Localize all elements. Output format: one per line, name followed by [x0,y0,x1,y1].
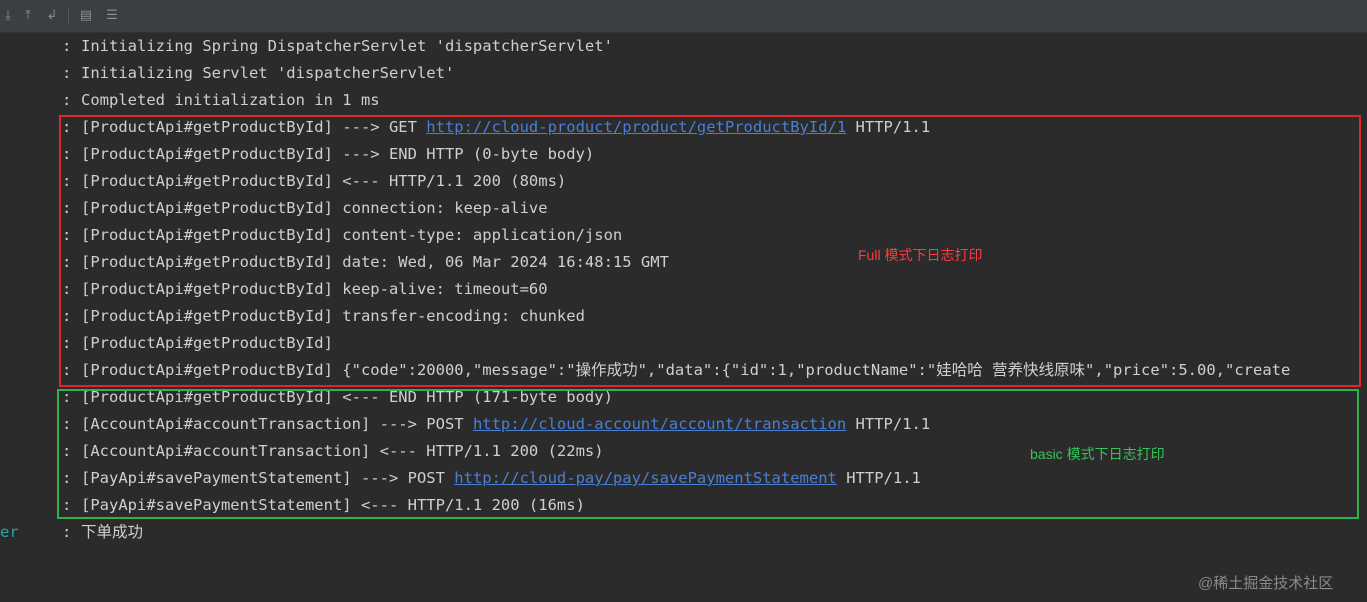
up-icon[interactable]: ⤒ [20,8,36,24]
log-separator: : [62,226,72,244]
log-message: Initializing Servlet 'dispatcherServlet' [81,64,455,82]
full-mode-annotation: Full 模式下日志打印 [858,247,983,263]
log-message: [ProductApi#getProductById] ---> END HTT… [81,145,595,163]
log-separator: : [62,361,72,379]
log-separator: : [62,280,72,298]
log-separator: : [62,334,72,352]
basic-mode-annotation: basic 模式下日志打印 [1030,446,1165,462]
log-message: [AccountApi#accountTransaction] ---> POS… [81,411,930,438]
soft-wrap-icon[interactable]: ↲ [44,8,60,24]
log-message-suffix: HTTP/1.1 [846,415,931,433]
log-message-prefix: [PayApi#savePaymentStatement] ---> POST [81,469,455,487]
log-separator: : [62,64,72,82]
log-message: [ProductApi#getProductById] transfer-enc… [81,307,585,325]
logger-name: er [0,523,19,541]
request-url-link[interactable]: http://cloud-product/product/getProductB… [426,118,846,136]
console-output[interactable]: : Initializing Spring DispatcherServlet '… [0,32,1367,602]
log-separator: : [62,442,72,460]
log-separator: : [62,145,72,163]
log-message-prefix: [AccountApi#accountTransaction] ---> POS… [81,415,473,433]
log-message: [ProductApi#getProductById] [81,334,333,352]
log-separator: : [62,415,72,433]
settings-icon[interactable]: ☰ [104,8,120,24]
log-separator: : [62,307,72,325]
watermark: @稀土掘金技术社区 [1198,575,1334,592]
log-message-suffix: HTTP/1.1 [846,118,931,136]
request-url-link[interactable]: http://cloud-pay/pay/savePaymentStatemen… [454,469,837,487]
log-message: [ProductApi#getProductById] ---> GET htt… [81,114,930,141]
log-message: [ProductApi#getProductById] <--- END HTT… [81,388,613,406]
log-message: [ProductApi#getProductById] content-type… [81,226,623,244]
log-message: [AccountApi#accountTransaction] <--- HTT… [81,442,604,460]
log-message: 下单成功 [81,523,144,541]
log-separator: : [62,253,72,271]
log-message-suffix: HTTP/1.1 [836,469,921,487]
log-separator: : [62,523,72,541]
log-separator: : [62,118,72,136]
toolbar-divider [68,8,69,24]
log-separator: : [62,37,72,55]
log-message: [ProductApi#getProductById] connection: … [81,199,548,217]
log-separator: : [62,388,72,406]
log-message: [ProductApi#getProductById] keep-alive: … [81,280,548,298]
log-message: Completed initialization in 1 ms [81,91,380,109]
log-message-prefix: [ProductApi#getProductById] ---> GET [81,118,427,136]
request-url-link[interactable]: http://cloud-account/account/transaction [473,415,846,433]
log-message: [PayApi#savePaymentStatement] ---> POST … [81,465,921,492]
log-message: [ProductApi#getProductById] date: Wed, 0… [81,253,669,271]
log-separator: : [62,469,72,487]
log-separator: : [62,91,72,109]
log-message: [ProductApi#getProductById] {"code":2000… [81,361,1291,379]
log-separator: : [62,496,72,514]
log-message: [PayApi#savePaymentStatement] <--- HTTP/… [81,496,585,514]
log-message: Initializing Spring DispatcherServlet 'd… [81,37,613,55]
log-separator: : [62,199,72,217]
log-message: [ProductApi#getProductById] <--- HTTP/1.… [81,172,567,190]
print-icon[interactable]: ▤ [78,8,94,24]
scroll-to-end-icon[interactable]: ⤓ [0,8,16,24]
console-toolbar: ⤓ ⤒ ↲ ▤ ☰ [0,0,1367,33]
log-separator: : [62,172,72,190]
